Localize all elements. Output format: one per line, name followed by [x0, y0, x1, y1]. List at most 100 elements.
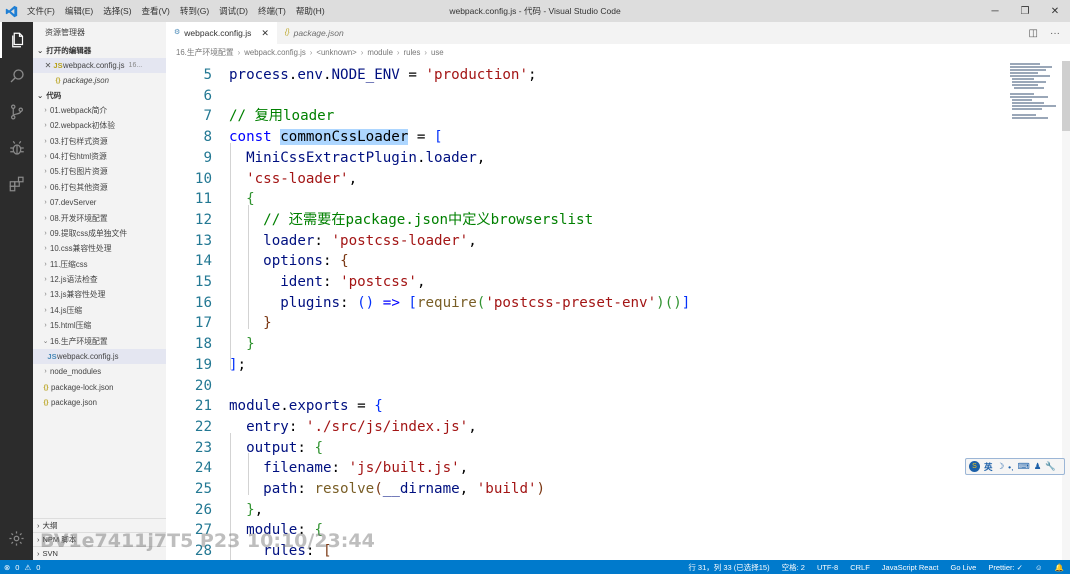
tree-item[interactable]: › 09.提取css成单独文件 — [33, 226, 166, 241]
code-line[interactable]: 13 loader: 'postcss-loader', — [166, 231, 1006, 252]
folder-section[interactable]: ⌄ 代码 — [33, 89, 166, 103]
status-problems[interactable]: ⊗ 0 ⚠ 0 — [0, 563, 40, 572]
breadcrumb-item[interactable]: <unknown> — [316, 48, 356, 57]
vertical-scrollbar[interactable] — [1062, 61, 1070, 560]
tree-item[interactable]: › 10.css兼容性处理 — [33, 241, 166, 256]
menu-item[interactable]: 转到(G) — [175, 0, 214, 22]
editor-tab[interactable]: ⚙ webpack.config.js ✕ — [166, 22, 277, 44]
code-line[interactable]: 25 path: resolve(__dirname, 'build') — [166, 479, 1006, 500]
code-line[interactable]: 8 const commonCssLoader = [ — [166, 127, 1006, 148]
status-item[interactable]: 空格: 2 — [782, 562, 805, 573]
close-icon[interactable]: ✕ — [1040, 0, 1070, 22]
status-item[interactable]: Prettier: ✓ — [988, 563, 1023, 572]
tree-item[interactable]: › 02.webpack初体验 — [33, 118, 166, 133]
code-line[interactable]: 22 entry: './src/js/index.js', — [166, 417, 1006, 438]
files-icon[interactable] — [0, 22, 33, 58]
tree-item[interactable]: JS webpack.config.js — [33, 349, 166, 365]
code-line[interactable]: 17 } — [166, 313, 1006, 334]
minimize-icon[interactable]: ─ — [980, 0, 1010, 22]
code-line[interactable]: 14 options: { — [166, 251, 1006, 272]
code-line[interactable]: 16 plugins: () => [require('postcss-pres… — [166, 293, 1006, 314]
code-editor[interactable]: 5 process.env.NODE_ENV = 'production'; 6 7/… — [166, 61, 1006, 560]
code-line[interactable]: 9 MiniCssExtractPlugin.loader, — [166, 148, 1006, 169]
code-line[interactable]: 15 ident: 'postcss', — [166, 272, 1006, 293]
debug-icon[interactable] — [0, 130, 33, 166]
search-icon[interactable] — [0, 58, 33, 94]
tree-item[interactable]: › 03.打包样式资源 — [33, 134, 166, 149]
code-line[interactable]: 6 — [166, 86, 1006, 107]
scrollbar-thumb[interactable] — [1062, 61, 1070, 131]
code-line[interactable]: 10 'css-loader', — [166, 169, 1006, 190]
tree-item[interactable]: › 11.压缩css — [33, 257, 166, 272]
tree-item[interactable]: › 01.webpack简介 — [33, 103, 166, 118]
code-line[interactable]: 26 }, — [166, 500, 1006, 521]
open-editor-item[interactable]: {} package.json — [33, 73, 166, 88]
code-line[interactable]: 5 process.env.NODE_ENV = 'production'; — [166, 65, 1006, 86]
breadcrumb-item[interactable]: module — [367, 48, 393, 57]
breadcrumb-item[interactable]: 16.生产环境配置 — [176, 47, 234, 58]
status-item[interactable]: 行 31，列 33 (已选择15) — [688, 562, 769, 573]
settings-gear-icon[interactable] — [0, 520, 33, 556]
code-line[interactable]: 12 // 还需要在package.json中定义browserslist — [166, 210, 1006, 231]
code-line[interactable]: 7 // 复用loader — [166, 106, 1006, 127]
punctuation-icon[interactable]: •, — [1008, 462, 1013, 472]
code-line[interactable]: 11 { — [166, 189, 1006, 210]
tree-item[interactable]: {} package-lock.json — [33, 380, 166, 395]
code-text: options: { — [229, 251, 348, 272]
minimap[interactable] — [1006, 61, 1062, 560]
menu-item[interactable]: 帮助(H) — [291, 0, 330, 22]
wrench-icon[interactable]: 🔧 — [1045, 461, 1056, 472]
status-item[interactable]: CRLF — [850, 563, 870, 572]
menu-item[interactable]: 选择(S) — [98, 0, 136, 22]
status-item[interactable]: Go Live — [950, 563, 976, 572]
breadcrumb-item[interactable]: rules — [404, 48, 421, 57]
tree-item[interactable]: › 08.开发环境配置 — [33, 211, 166, 226]
breadcrumb-item[interactable]: use — [431, 48, 444, 57]
tree-item[interactable]: › 07.devServer — [33, 195, 166, 210]
code-line[interactable]: 18 } — [166, 334, 1006, 355]
open-editors-section[interactable]: ⌄ 打开的编辑器 — [33, 44, 166, 58]
menu-item[interactable]: 编辑(E) — [60, 0, 98, 22]
tree-item[interactable]: › 15.html压缩 — [33, 318, 166, 333]
menu-item[interactable]: 文件(F) — [22, 0, 60, 22]
bell-icon[interactable]: 🔔 — [1055, 563, 1064, 572]
tree-item[interactable]: › 06.打包其他资源 — [33, 180, 166, 195]
keyboard-icon[interactable]: ⌨ — [1017, 461, 1029, 472]
editor-tab[interactable]: {} package.json — [277, 22, 352, 44]
more-actions-icon[interactable]: ··· — [1050, 28, 1060, 39]
source-control-icon[interactable] — [0, 94, 33, 130]
breadcrumb-item[interactable]: webpack.config.js — [244, 48, 306, 57]
code-line[interactable]: 21 module.exports = { — [166, 396, 1006, 417]
split-editor-icon[interactable]: ◫ — [1029, 28, 1038, 39]
tree-item[interactable]: › 12.js语法检查 — [33, 272, 166, 287]
menu-item[interactable]: 查看(V) — [137, 0, 175, 22]
status-item[interactable]: UTF-8 — [817, 563, 838, 572]
code-line[interactable]: 24 filename: 'js/built.js', — [166, 458, 1006, 479]
close-icon[interactable]: ✕ — [43, 58, 53, 73]
open-editor-item[interactable]: ✕ JS webpack.config.js 16... — [33, 58, 166, 74]
tree-item[interactable]: › 04.打包html资源 — [33, 149, 166, 164]
line-number: 6 — [203, 87, 212, 104]
tree-item[interactable]: › node_modules — [33, 364, 166, 379]
menu-item[interactable]: 终端(T) — [253, 0, 291, 22]
close-icon[interactable]: ✕ — [261, 22, 269, 44]
breadcrumb: 16.生产环境配置 › webpack.config.js › <unknown> › mo… — [166, 44, 1070, 61]
moon-icon[interactable]: ☽ — [997, 461, 1005, 472]
code-line[interactable]: 19]; — [166, 355, 1006, 376]
code-token: : — [297, 439, 315, 456]
tree-item[interactable]: › 14.js压缩 — [33, 303, 166, 318]
code-line[interactable]: 23 output: { — [166, 438, 1006, 459]
tree-item[interactable]: {} package.json — [33, 395, 166, 410]
smiley-icon[interactable]: ☺ — [1035, 563, 1043, 572]
menu-item[interactable]: 调试(D) — [214, 0, 253, 22]
restore-icon[interactable]: ❐ — [1010, 0, 1040, 22]
status-item[interactable]: JavaScript React — [882, 563, 939, 572]
extensions-icon[interactable] — [0, 166, 33, 202]
tree-item[interactable]: › 13.js兼容性处理 — [33, 287, 166, 302]
tree-item[interactable]: › 05.打包图片资源 — [33, 164, 166, 179]
ime-lang-icon[interactable]: 英 — [984, 461, 993, 473]
tree-item[interactable]: ⌄ 16.生产环境配置 — [33, 334, 166, 349]
user-icon[interactable]: ♟ — [1034, 461, 1042, 472]
ime-toolbar[interactable]: S 英 ☽ •, ⌨ ♟ 🔧 — [965, 458, 1065, 475]
code-line[interactable]: 20 — [166, 376, 1006, 397]
